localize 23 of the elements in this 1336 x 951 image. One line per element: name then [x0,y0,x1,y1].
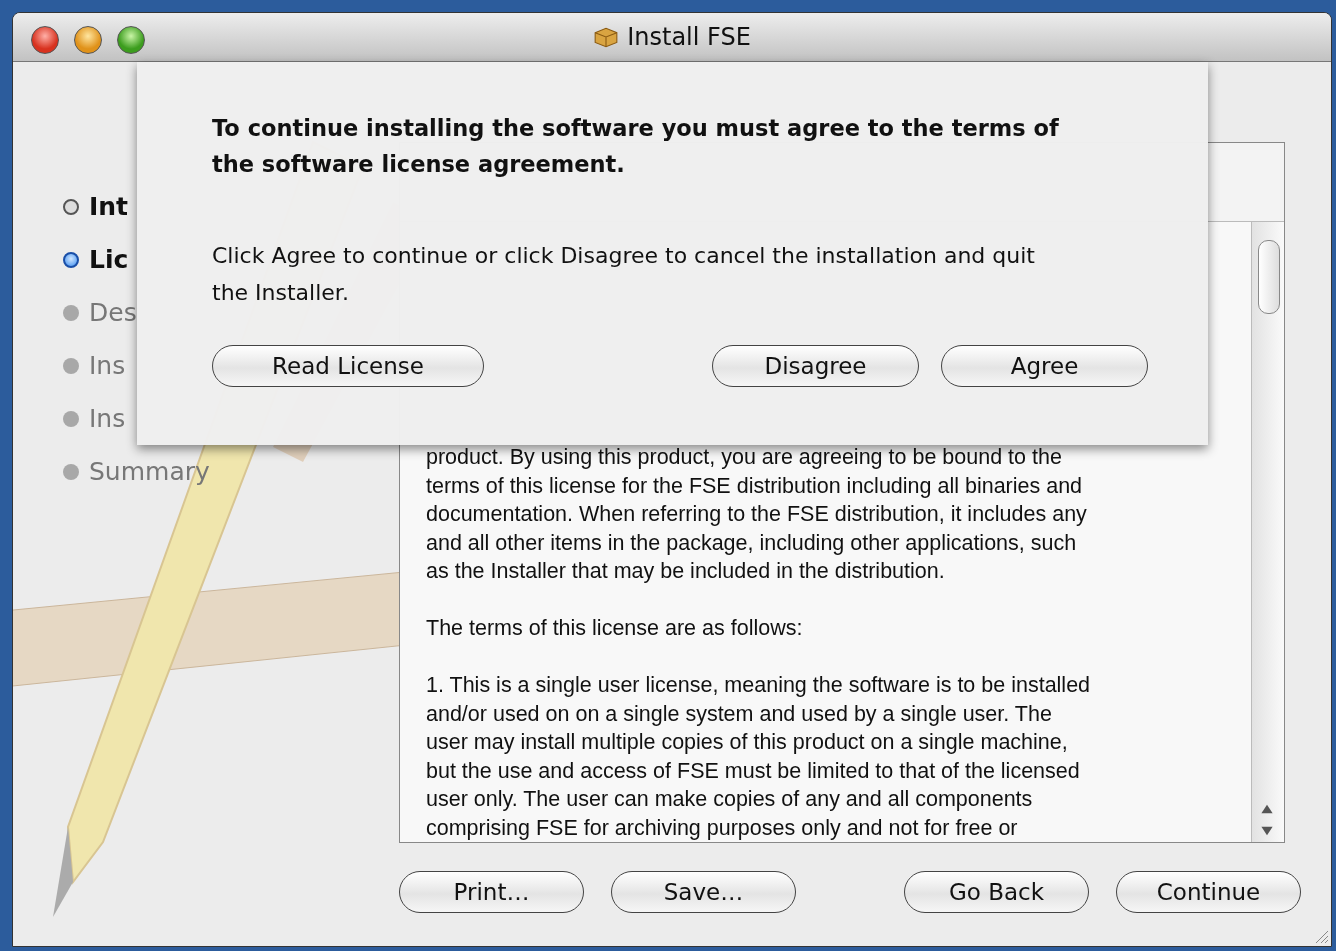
step-label: Des [89,298,137,327]
sheet-heading: To continue installing the software you must agree to the terms of the software license agreement. [212,114,1060,179]
footer-button[interactable]: Go Back [904,871,1089,913]
footer-button[interactable]: Print… [399,871,584,913]
sheet-button[interactable]: Disagree [712,345,919,387]
step-label: Ins [89,404,126,433]
license-paragraph: 1. This is a single user license, meaning the software is to be installed and/or used on on a single system and used by a single user. The user may install multiple copies of this product on a single machine, but the use and access of FSE must be limited to that of the licensed user only. The user can make copies of any and all components comprising FSE for archiving purposes only and not for free or [426,672,1092,842]
minimize-button[interactable] [74,26,102,54]
step-label: Ins [89,351,126,380]
step-label: Lic [89,245,129,274]
sheet-button[interactable]: Read License [212,345,484,387]
step-label: Int [89,192,129,221]
license-paragraph: The terms of this license are as follows: [426,615,804,642]
footer-button[interactable]: Save… [611,871,796,913]
scrollbar-thumb[interactable] [1258,240,1280,314]
footer-button[interactable]: Continue [1116,871,1301,913]
sheet-message: Click Agree to continue or click Disagree to cancel the installation and quit the Installer. [212,242,1036,307]
sheet-button[interactable]: Agree [941,345,1148,387]
window-title: Install FSE [627,23,751,51]
close-button[interactable] [31,26,59,54]
resize-grip-icon[interactable] [1313,928,1329,944]
license-paragraph: product. By using this product, you are agreeing to be bound to the terms of this license for the FSE distribution including all binaries and documentation. When referring to the FSE distribution, it includes any and all other items in the package, including other applications, such as the Installer that may be included in the distribution. [426,444,1088,585]
zoom-button[interactable] [117,26,145,54]
